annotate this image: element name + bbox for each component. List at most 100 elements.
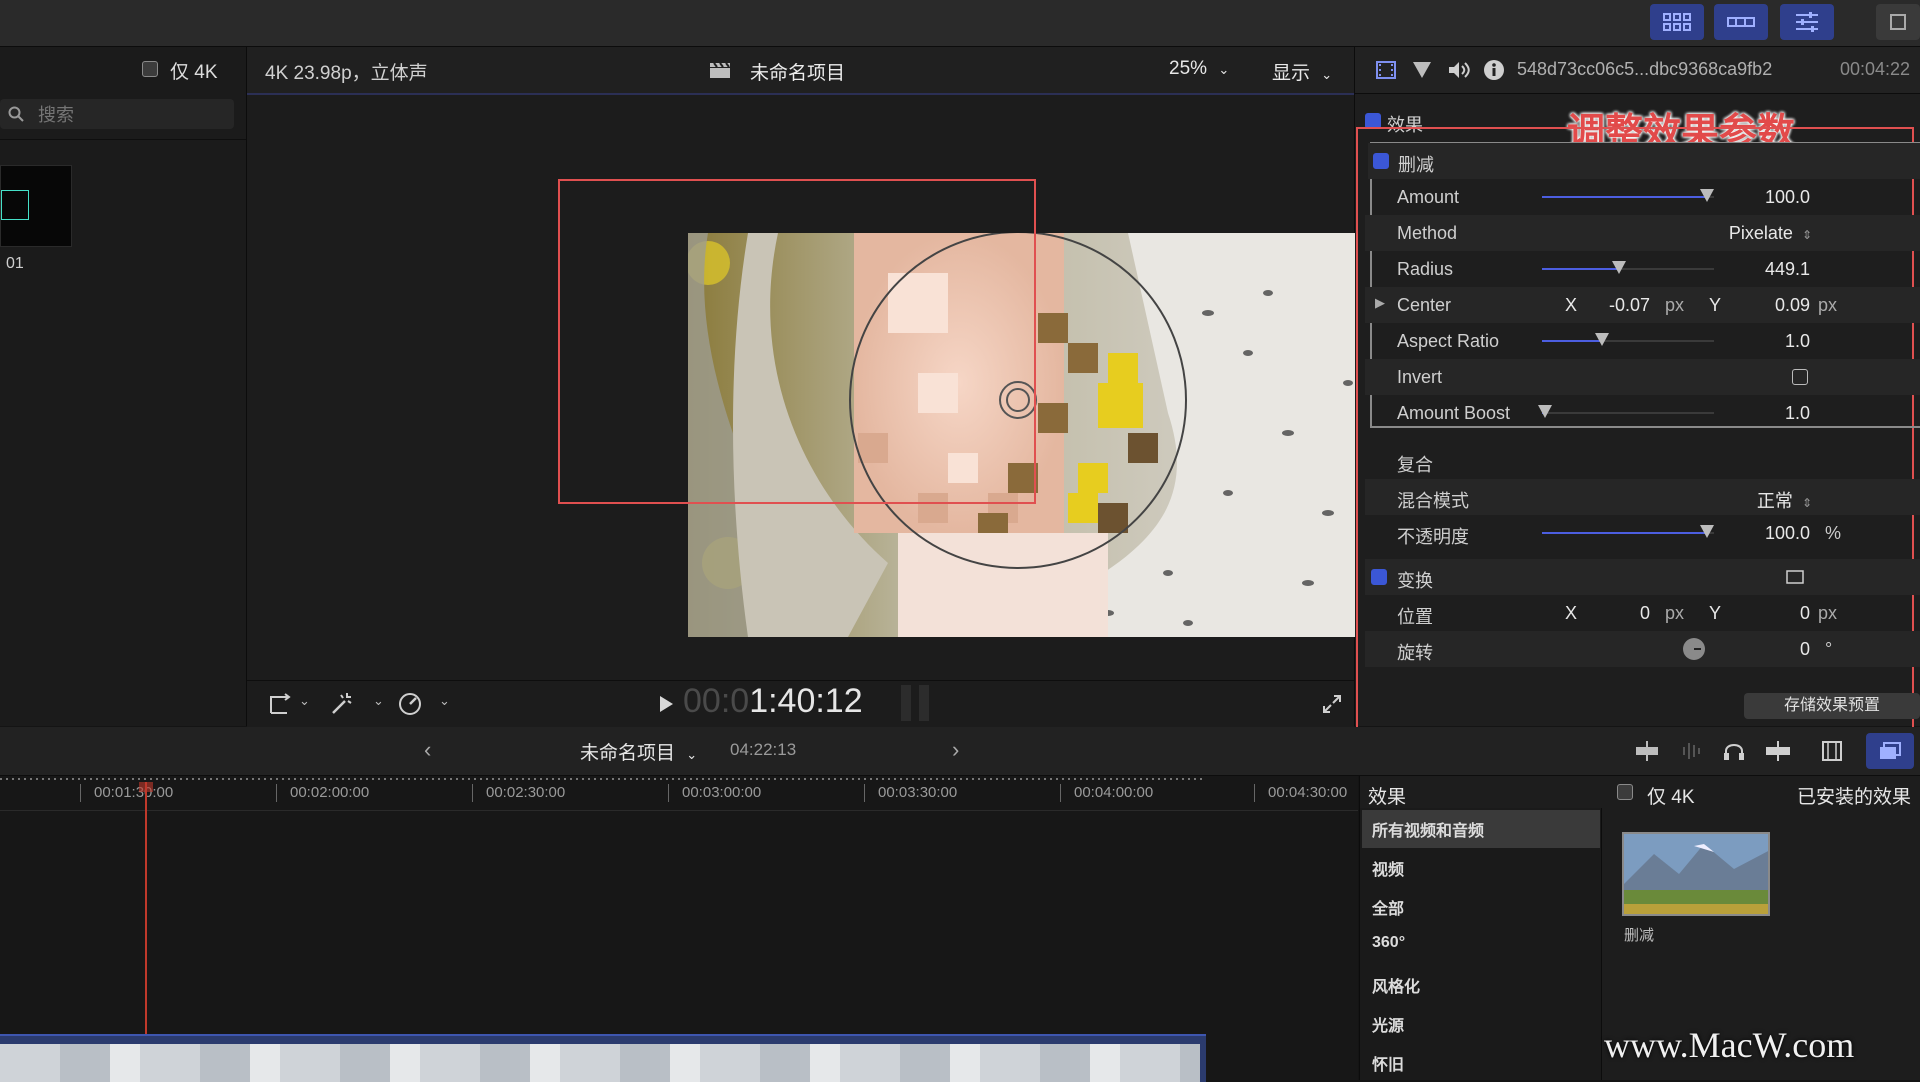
center-y-label: Y [1709, 295, 1722, 315]
effect-header-censor[interactable]: 删减 [1368, 143, 1920, 179]
timeline-toggle-button[interactable] [1714, 4, 1768, 40]
effects-category-item[interactable]: 全部 [1372, 895, 1404, 919]
timeline-ruler[interactable]: 00:01:30:00 00:02:00:00 00:02:30:00 00:03:0… [0, 776, 1358, 811]
retime-speed-icon[interactable] [397, 691, 423, 717]
effects-category-item[interactable]: 所有视频和音频 [1372, 817, 1484, 841]
invert-label: Invert [1397, 367, 1443, 387]
position-y-value[interactable]: 0 [1800, 603, 1810, 624]
viewer-project-title: 未命名项目 [750, 63, 846, 84]
radius-value[interactable]: 449.1 [1765, 259, 1810, 280]
ruler-tick [668, 784, 669, 802]
effects-category-item[interactable]: 视频 [1372, 856, 1404, 880]
param-opacity: 不透明度 100.0 % [1365, 515, 1920, 551]
info-icon[interactable] [1483, 59, 1505, 81]
param-invert: Invert [1365, 359, 1920, 395]
effect-thumbnail-censor[interactable] [1622, 832, 1770, 916]
transform-section-header: 变换 [1365, 559, 1920, 595]
effects-category-item[interactable]: 360° [1372, 934, 1405, 952]
inspector: 548d73cc06c5...dbc9368ca9fb2 00:04:22 效果… [1355, 47, 1920, 737]
timeline[interactable]: 00:01:30:00 00:02:00:00 00:02:30:00 00:03:0… [0, 776, 1358, 1082]
viewer: 4K 23.98p，立体声 未命名项目 25% ⌄ 显示 ⌄ ⌄ ⌄ ⌄ 00:… [247, 47, 1408, 727]
amount-value[interactable]: 100.0 [1765, 187, 1810, 208]
effects-category-item[interactable]: 光源 [1372, 1012, 1404, 1036]
effects-browser-toggle-button[interactable] [1866, 733, 1914, 769]
display-menu[interactable]: 显示 ⌄ [1272, 58, 1332, 85]
aspect-value[interactable]: 1.0 [1785, 331, 1810, 352]
viewer-header: 4K 23.98p，立体声 未命名项目 25% ⌄ 显示 ⌄ [247, 47, 1354, 95]
play-icon[interactable] [658, 695, 674, 713]
search-input[interactable] [36, 102, 230, 128]
search-icon [8, 106, 24, 122]
param-rotation: 旋转 0 ° [1365, 631, 1920, 667]
boost-slider-track[interactable] [1542, 412, 1714, 414]
method-popup[interactable]: Pixelate ⇕ [1729, 223, 1812, 244]
back-arrow-icon[interactable]: ‹ [424, 737, 431, 763]
opacity-slider-knob[interactable] [1700, 525, 1715, 538]
aspect-slider-knob[interactable] [1595, 333, 1610, 346]
headphones-icon[interactable] [1722, 739, 1746, 763]
audio-meter-left [901, 685, 911, 721]
color-inspector-icon[interactable] [1411, 60, 1433, 80]
timeline-project-title: 未命名项目 [580, 743, 676, 764]
chevron-down-icon[interactable]: ⌄ [299, 693, 310, 709]
chevron-down-icon[interactable]: ⌄ [373, 693, 384, 709]
audio-skimming-icon[interactable] [1680, 739, 1704, 763]
ruler-tick [276, 784, 277, 802]
clip-thumbnail[interactable] [0, 165, 72, 247]
timeline-project-menu[interactable]: 未命名项目 ⌄ [580, 738, 697, 765]
param-amount-boost: Amount Boost 1.0 [1365, 395, 1920, 431]
only-4k-checkbox[interactable] [142, 61, 158, 77]
effects-only-4k-checbox[interactable] [1617, 784, 1633, 800]
chevron-down-icon[interactable]: ⌄ [439, 693, 450, 709]
enhance-wand-icon[interactable] [329, 691, 355, 717]
effects-category-item[interactable]: 风格化 [1372, 973, 1420, 997]
ruler-label: 00:03:00:00 [682, 784, 762, 801]
amount-slider-fill [1542, 196, 1708, 198]
position-y-unit: px [1818, 603, 1838, 623]
center-x-value[interactable]: -0.07 [1609, 295, 1650, 316]
boost-value[interactable]: 1.0 [1785, 403, 1810, 424]
browser-toggle-button[interactable] [1650, 4, 1704, 40]
effects-category-item[interactable]: 怀旧 [1372, 1051, 1404, 1075]
boost-slider-knob[interactable] [1538, 405, 1553, 418]
share-button[interactable] [1876, 4, 1920, 40]
blend-popup[interactable]: 正常 ⇕ [1757, 487, 1812, 513]
viewer-timecode[interactable]: 00:01:40:12 [683, 682, 863, 721]
inspector-toggle-button[interactable] [1780, 4, 1834, 40]
position-x-value[interactable]: 0 [1640, 603, 1650, 624]
position-x-label: X [1565, 603, 1578, 623]
audio-inspector-icon[interactable] [1447, 60, 1471, 80]
rotation-dial-icon[interactable] [1682, 637, 1706, 661]
amount-slider-knob[interactable] [1700, 189, 1715, 202]
aspect-label: Aspect Ratio [1397, 331, 1500, 351]
clip-name: 548d73cc06c5...dbc9368ca9fb2 [1517, 59, 1773, 79]
installed-effects-menu[interactable]: 已安装的效果 [1797, 782, 1911, 809]
search-field[interactable] [0, 99, 234, 129]
method-value: Pixelate [1728, 223, 1793, 243]
chevron-down-icon: ⌄ [1218, 62, 1230, 77]
transform-enable-checkbox[interactable] [1371, 569, 1387, 585]
snapping-icon[interactable] [1764, 739, 1792, 763]
blend-value: 正常 [1756, 491, 1793, 511]
forward-arrow-icon[interactable]: › [952, 737, 959, 763]
position-label: 位置 [1397, 607, 1433, 627]
opacity-value[interactable]: 100.0 [1765, 523, 1810, 544]
clip-appearance-icon[interactable] [1634, 741, 1660, 761]
radius-slider-fill [1542, 268, 1620, 270]
save-effects-preset-button[interactable]: 存储效果预置 [1744, 693, 1920, 719]
effect-enable-checkbox[interactable] [1373, 153, 1389, 169]
radius-slider-knob[interactable] [1612, 261, 1627, 274]
timecode-dim: 00:0 [683, 682, 750, 720]
disclosure-triangle-icon[interactable]: ▶ [1375, 295, 1385, 311]
zoom-menu[interactable]: 25% ⌄ [1169, 58, 1229, 80]
transform-tool-icon[interactable] [267, 691, 293, 717]
video-inspector-icon[interactable] [1375, 60, 1397, 80]
center-y-value[interactable]: 0.09 [1775, 295, 1810, 316]
invert-checkbox[interactable] [1792, 369, 1808, 385]
playhead-handle[interactable] [139, 782, 153, 792]
video-clip[interactable] [0, 1034, 1206, 1082]
transform-onscreen-icon[interactable] [1785, 569, 1805, 585]
rotation-value[interactable]: 0 [1800, 639, 1810, 660]
fullscreen-icon[interactable] [1321, 693, 1343, 715]
filmstrip-icon[interactable] [1820, 739, 1844, 763]
